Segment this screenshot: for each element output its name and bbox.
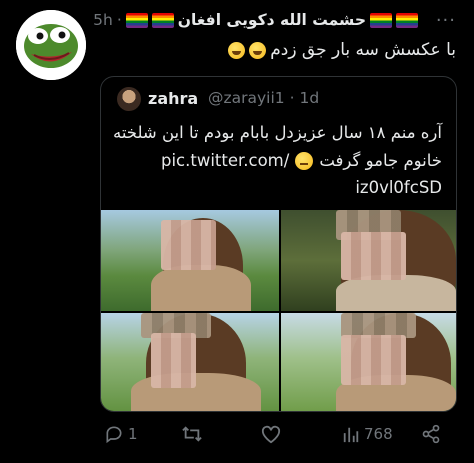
tweet-text: با عکسش سه بار جق زدم: [228, 40, 456, 60]
share-icon: [422, 424, 440, 444]
separator: ·: [116, 11, 122, 29]
quoted-text-line: آره منم ۱۸ سال عزیزدل بابام بودم تا این …: [112, 123, 442, 142]
quoted-handle: @zarayii1: [208, 89, 285, 107]
photo[interactable]: [280, 210, 456, 311]
quoted-avatar[interactable]: [117, 87, 141, 111]
rainbow-flag-icon: [125, 12, 148, 28]
photo[interactable]: [101, 210, 279, 311]
quoted-link[interactable]: iz0vl0fcSD: [355, 178, 442, 197]
pepe-avatar-icon: [16, 10, 86, 80]
share-button[interactable]: [421, 424, 441, 444]
author-name[interactable]: حشمت الله دکویی افغان: [178, 11, 366, 29]
quoted-time: 1d: [299, 89, 320, 107]
media-grid: [101, 210, 456, 411]
quoted-text-line: خانوم جامو گرفت pic.twitter.com/: [161, 151, 442, 170]
retweet-icon: [182, 426, 202, 442]
rainbow-flag-icon: [370, 12, 392, 28]
quoted-author-name[interactable]: zahra: [148, 89, 198, 108]
like-button[interactable]: [260, 424, 286, 444]
quoted-handle-time: @zarayii1 · 1d: [208, 89, 319, 107]
separator: ·: [289, 89, 295, 107]
sad-emoji-icon: [295, 151, 314, 170]
quoted-tweet[interactable]: zahra @zarayii1 · 1d آره منم ۱۸ سال عزیز…: [100, 76, 457, 412]
tweet-header: حشمت الله دکویی افغان · 5h: [93, 11, 418, 29]
photo[interactable]: [280, 312, 456, 411]
rainbow-flag-icon: [151, 12, 174, 28]
photo[interactable]: [101, 312, 279, 411]
action-bar: 1 768: [0, 424, 474, 454]
retweet-button[interactable]: [181, 424, 207, 444]
author-avatar[interactable]: [16, 10, 86, 80]
quoted-link[interactable]: pic.twitter.com/: [161, 151, 289, 170]
grinning-emoji-icon: [249, 41, 267, 59]
views-button[interactable]: 768: [342, 424, 393, 444]
reply-icon: [106, 426, 122, 444]
like-icon: [261, 425, 281, 444]
views-count: 768: [364, 425, 393, 443]
tweet-time[interactable]: 5h: [93, 11, 113, 29]
rainbow-flag-icon: [396, 12, 418, 28]
quoted-text: خانوم جامو گرفت: [319, 151, 442, 170]
more-icon[interactable]: ···: [436, 10, 456, 31]
tweet-text-content: با عکسش سه بار جق زدم: [270, 40, 456, 60]
reply-button[interactable]: 1: [104, 424, 138, 444]
grinning-emoji-icon: [228, 41, 246, 59]
views-icon: [343, 427, 359, 443]
reply-count: 1: [128, 425, 138, 443]
